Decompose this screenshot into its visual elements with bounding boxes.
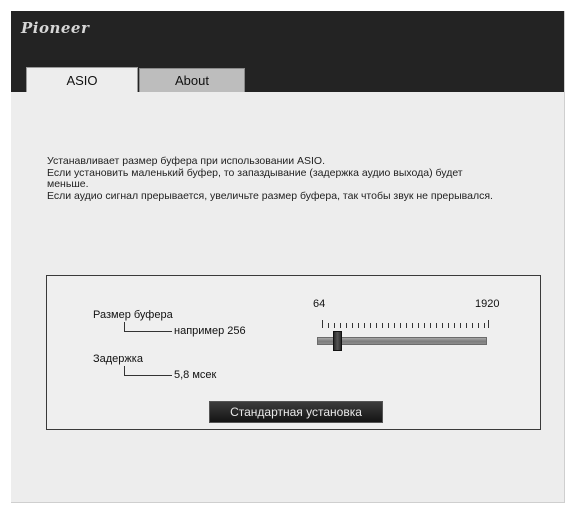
description-line: меньше.: [47, 178, 89, 190]
buffer-slider-track[interactable]: [317, 337, 487, 345]
latency-bracket: [124, 366, 172, 376]
description-line: Если установить маленький буфер, то запа…: [47, 166, 463, 179]
buffer-settings-panel: Размер буфера например 256 Задержка 5,8 …: [46, 275, 541, 430]
description-line: Если аудио сигнал прерывается, увеличьте…: [47, 189, 493, 202]
tab-asio[interactable]: ASIO: [26, 67, 138, 92]
header-bar: Pioneer ASIO About: [11, 11, 564, 92]
buffer-bracket: [124, 322, 172, 332]
latency-label: Задержка: [93, 353, 143, 365]
pioneer-logo: Pioneer: [21, 19, 90, 37]
tab-about[interactable]: About: [139, 68, 245, 92]
scale-max-label: 1920: [475, 298, 500, 310]
buffer-example-value: например 256: [174, 325, 246, 337]
buffer-slider-thumb[interactable]: [333, 331, 342, 351]
default-setting-button[interactable]: Стандартная установка: [209, 401, 383, 423]
latency-value: 5,8 мсек: [174, 369, 217, 381]
asio-settings-window: Pioneer ASIO About Устанавливает размер …: [11, 11, 565, 503]
asio-description: Устанавливает размер буфера при использо…: [47, 155, 557, 202]
buffer-size-label: Размер буфера: [93, 309, 173, 321]
description-line: Устанавливает размер буфера при использо…: [47, 155, 326, 167]
scale-min-label: 64: [313, 298, 326, 310]
scale-ticks: [322, 323, 488, 328]
scale-tick-end: [488, 320, 489, 328]
